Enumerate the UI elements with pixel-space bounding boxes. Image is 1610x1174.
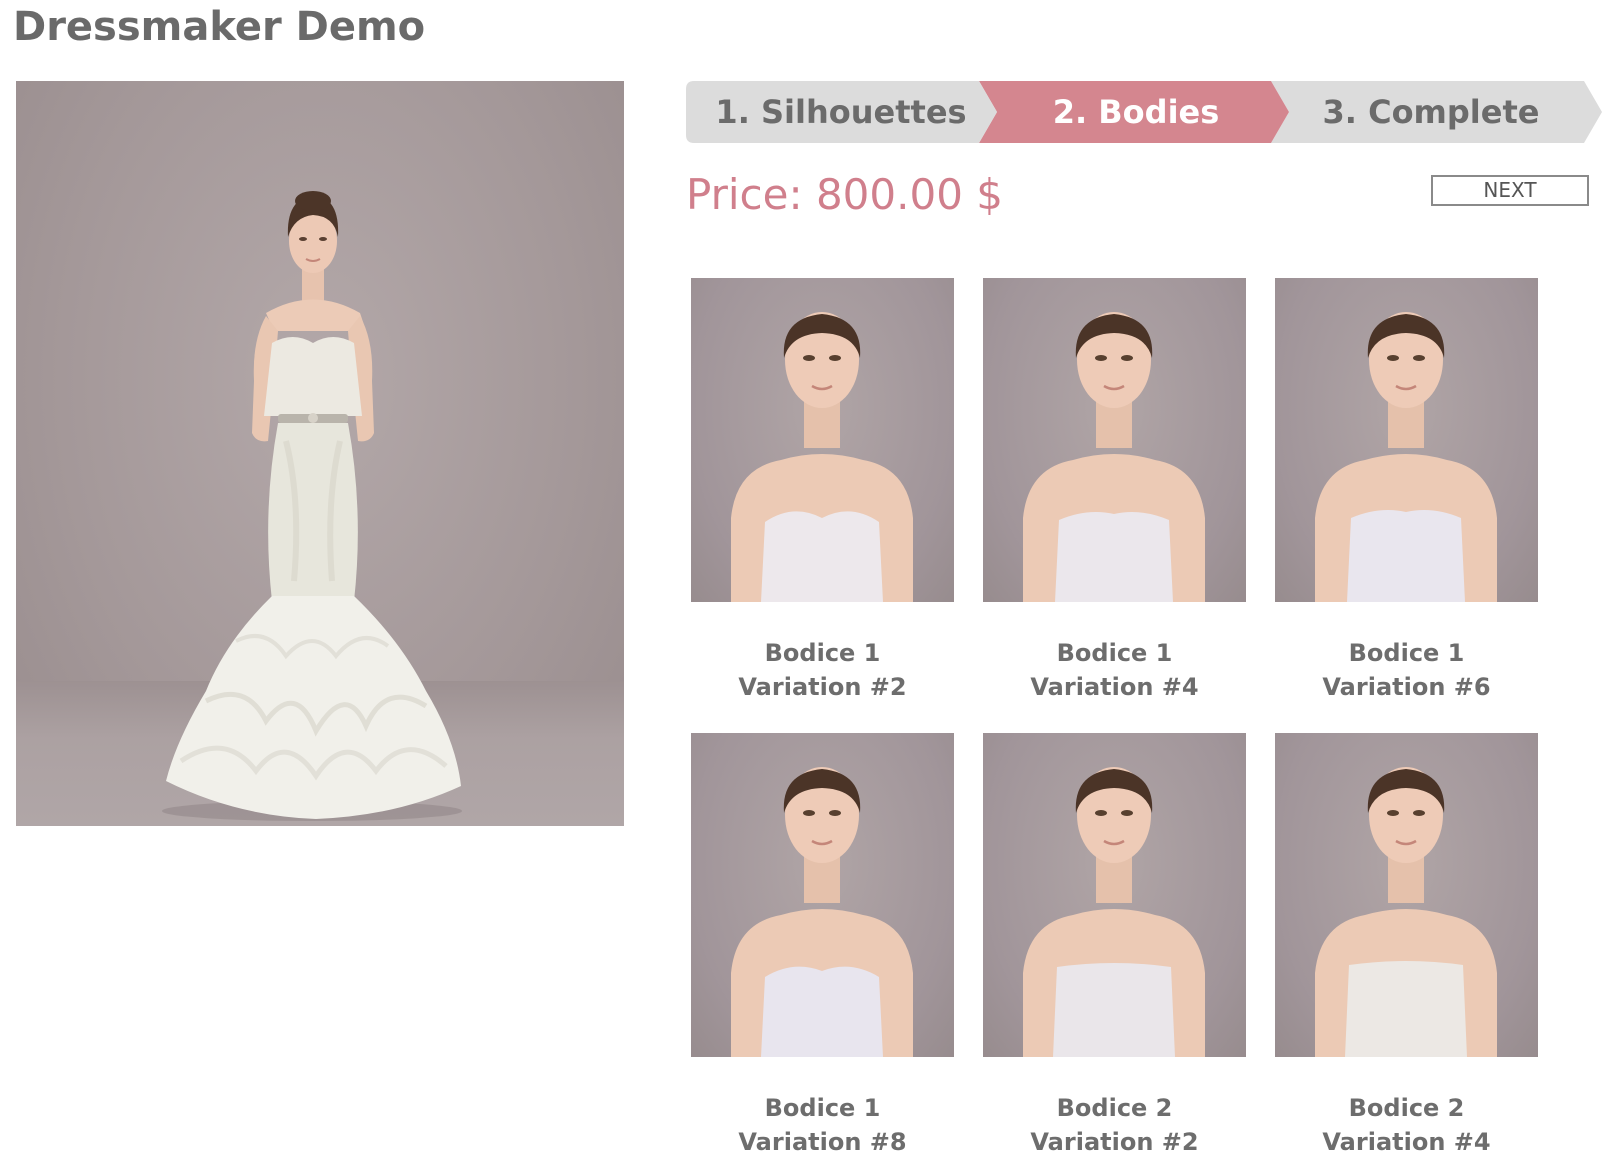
bodice-thumbnail[interactable] [1275, 733, 1538, 1057]
step-bodies-tab[interactable]: 2. Bodies [986, 81, 1286, 143]
bodice-option-card[interactable]: Bodice 1 Variation #2 [691, 278, 954, 704]
bodice-name: Bodice 1 [764, 639, 881, 667]
bodice-option-card[interactable]: Bodice 1 Variation #6 [1275, 278, 1538, 704]
bodice-sweetheart-icon [731, 312, 913, 602]
bodice-variation: Variation #4 [1030, 673, 1199, 701]
bodice-option-label: Bodice 1 Variation #8 [691, 1091, 954, 1159]
bodice-option-label: Bodice 2 Variation #4 [1275, 1091, 1538, 1159]
bodice-option-label: Bodice 1 Variation #2 [691, 636, 954, 704]
step-silhouettes-tab[interactable]: 1. Silhouettes [686, 81, 996, 143]
bodice-straight-icon [1315, 767, 1497, 1057]
bodice-name: Bodice 2 [1056, 1094, 1173, 1122]
bride-full-gown-icon [162, 191, 462, 821]
bodice-variation: Variation #4 [1322, 1128, 1491, 1156]
bodice-option-card[interactable]: Bodice 1 Variation #4 [983, 278, 1246, 704]
bodice-variation: Variation #2 [1030, 1128, 1199, 1156]
bodice-sweetheart-icon [1315, 312, 1497, 602]
bodice-thumbnail[interactable] [691, 278, 954, 602]
price-label: Price: 800.00 $ [686, 170, 1003, 219]
dress-preview-image [16, 81, 624, 826]
bodice-thumbnail[interactable] [691, 733, 954, 1057]
bodice-thumbnail[interactable] [983, 733, 1246, 1057]
step-progress-bar: 1. Silhouettes 2. Bodies 3. Complete [686, 81, 1602, 143]
bodice-option-label: Bodice 2 Variation #2 [983, 1091, 1246, 1159]
page-title: Dressmaker Demo [13, 4, 426, 50]
bodice-name: Bodice 1 [1056, 639, 1173, 667]
bodice-variation: Variation #6 [1322, 673, 1491, 701]
bodice-name: Bodice 1 [1348, 639, 1465, 667]
bodice-option-card[interactable]: Bodice 2 Variation #4 [1275, 733, 1538, 1159]
step-complete-tab[interactable]: 3. Complete [1276, 81, 1586, 143]
bodice-variation: Variation #8 [738, 1128, 907, 1156]
bodice-name: Bodice 1 [764, 1094, 881, 1122]
bodice-straight-icon [1023, 767, 1205, 1057]
bodice-option-label: Bodice 1 Variation #4 [983, 636, 1246, 704]
bodice-option-card[interactable]: Bodice 1 Variation #8 [691, 733, 954, 1159]
bodice-sweetheart-icon [1023, 312, 1205, 602]
bodice-variation: Variation #2 [738, 673, 907, 701]
bodice-thumbnail[interactable] [983, 278, 1246, 602]
bodice-name: Bodice 2 [1348, 1094, 1465, 1122]
bodice-sweetheart-icon [731, 767, 913, 1057]
next-button[interactable]: NEXT [1431, 175, 1589, 206]
bodice-option-label: Bodice 1 Variation #6 [1275, 636, 1538, 704]
bodice-option-card[interactable]: Bodice 2 Variation #2 [983, 733, 1246, 1159]
bodice-thumbnail[interactable] [1275, 278, 1538, 602]
